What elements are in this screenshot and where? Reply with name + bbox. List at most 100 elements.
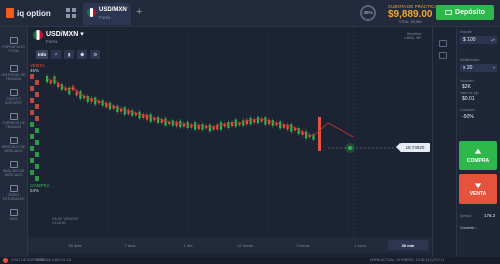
tab-subtitle: Forex	[99, 15, 111, 20]
account-balance[interactable]: $9,889.00	[388, 9, 433, 20]
logo-text: iq option	[17, 8, 51, 18]
sentiment-segment	[35, 116, 39, 121]
candle-body	[279, 121, 282, 129]
candle-body	[164, 118, 167, 126]
deposit-button[interactable]: Depósito	[436, 5, 494, 20]
buy-button[interactable]: COMPRA	[459, 141, 497, 170]
sentiment-segment	[35, 80, 39, 85]
chevron-down-icon: ▾	[80, 31, 84, 38]
candle-body	[194, 122, 197, 130]
candle-body	[145, 114, 149, 120]
multiplier-label: Multiplicador	[460, 58, 480, 62]
sell-button[interactable]: VENTA	[459, 174, 497, 204]
candle-body	[138, 111, 141, 119]
volume-value: $2K	[462, 84, 471, 90]
profit-percent-circle[interactable]: 45%	[360, 5, 376, 21]
candle-body	[131, 110, 134, 116]
sidebar-item-history[interactable]: HISTORIAL DE TRADING	[0, 65, 27, 81]
asset-selector[interactable]: USD/MXN ▾	[46, 30, 84, 38]
timeframe-12h[interactable]: 12 horas	[228, 240, 262, 250]
tab-close-icon[interactable]: ×	[125, 6, 128, 12]
timeframe-1h[interactable]: 1 hora	[343, 240, 377, 250]
sentiment-segment	[30, 134, 34, 139]
sidebar-item-portfolio[interactable]: PORTAFOLIO TOTAL	[0, 37, 27, 53]
info-button[interactable]: Info	[36, 50, 49, 59]
sell-sentiment-label: VENTA 46%	[30, 63, 45, 73]
asset-tab[interactable]: USD/MXN Forex ×	[83, 3, 131, 25]
more-icon	[9, 209, 18, 216]
timeframe-30m[interactable]: 30 min	[388, 240, 428, 250]
chart-type-icon[interactable]: ᵖ	[51, 50, 62, 59]
expiry-label: HA DE VENCER 13:15:00	[52, 217, 78, 225]
sentiment-segment	[30, 74, 34, 79]
candle-body	[60, 84, 63, 90]
timeframe-3h[interactable]: 3 horas	[286, 240, 320, 250]
candle-body	[149, 114, 152, 122]
sidebar-item-label: VIDEO TUTORIALES	[2, 193, 25, 201]
candle-body	[264, 117, 267, 125]
current-price-tag: 18.74920	[396, 143, 430, 152]
sidebar-item-market[interactable]: MERCADO DE MERCADO	[0, 137, 27, 153]
amount-input[interactable]: $ 100 ▴▾	[460, 36, 497, 44]
candle-body	[290, 124, 293, 132]
stepper-icon[interactable]: ▴▾	[491, 36, 495, 44]
settings-icon[interactable]: ⚙	[90, 50, 101, 59]
chart-side-tools	[432, 27, 456, 257]
briefcase-icon	[9, 37, 18, 44]
convert-button[interactable]: Convertir ↓	[460, 226, 477, 230]
candle-body	[216, 124, 219, 130]
spread-label: Spread	[460, 214, 472, 218]
commission-label: Comisión	[460, 108, 475, 112]
add-tab-button[interactable]: +	[136, 6, 142, 18]
buy-sentiment-label: COMPRA 54%	[30, 183, 50, 193]
candle-body	[179, 120, 182, 128]
candle-body	[227, 122, 230, 128]
apps-grid-icon[interactable]	[66, 8, 76, 18]
timeframe-30d[interactable]: 30 días	[58, 240, 92, 250]
sidebar-item-tournaments[interactable]: TORNEOS DE TRADING	[0, 113, 27, 129]
candle-body	[116, 105, 119, 113]
drawing-icon[interactable]: ⬟	[77, 50, 88, 59]
candle-body	[256, 116, 260, 124]
candle-body	[68, 87, 71, 95]
sidebar-item-video[interactable]: VIDEO TUTORIALES	[0, 185, 27, 201]
candle-body	[201, 124, 204, 130]
analysis-icon	[9, 161, 18, 168]
history-icon	[9, 65, 18, 72]
tab-symbol: USD/MXN	[99, 7, 127, 13]
sentiment-segment	[30, 110, 34, 115]
pip-value-label: Valor de pip	[460, 91, 479, 95]
mexico-flag-icon	[87, 8, 96, 17]
indicators-icon[interactable]: ▮	[64, 50, 75, 59]
arrow-up-icon	[474, 148, 482, 154]
amount-value: $ 100	[463, 37, 476, 43]
spread-value: 176.2	[484, 213, 496, 218]
zoom-out-icon[interactable]	[439, 52, 447, 59]
commission-value: -50%	[462, 114, 474, 120]
candle-body	[249, 117, 252, 125]
timeframe-1d[interactable]: 1 día	[171, 240, 205, 250]
candle-body	[101, 100, 104, 106]
sentiment-segment	[30, 98, 34, 103]
multiplier-select[interactable]: x 20 ▾	[460, 64, 497, 72]
sidebar-item-label: TORNEOS DE TRADING	[1, 121, 26, 129]
chevron-down-icon: ▾	[492, 65, 495, 70]
pip-value: $0.01	[462, 96, 475, 102]
sentiment-segment	[35, 152, 39, 157]
app-logo[interactable]: iq option	[6, 7, 58, 19]
timeframe-7d[interactable]: 7 días	[113, 240, 147, 250]
sidebar-item-chat[interactable]: CHATS Y SOPORTE	[0, 89, 27, 105]
multiplier-value: x 20	[463, 65, 473, 71]
candle-body	[175, 121, 178, 127]
candle-body	[305, 131, 308, 139]
chart-top-note: Beneficio LABEL INF	[404, 32, 421, 40]
sentiment-segment	[30, 158, 34, 163]
sidebar-item-more[interactable]: MÁS	[0, 209, 27, 221]
logo-mark-icon	[6, 8, 14, 18]
zoom-in-icon[interactable]	[439, 40, 447, 47]
sidebar-item-label: HISTORIAL DE TRADING	[1, 73, 26, 81]
sidebar-item-label: MERCADO DE MERCADO	[1, 145, 26, 153]
timeframe-bar: 30 días 7 días 1 día 12 horas 3 horas 1 …	[28, 237, 431, 253]
sidebar-item-analysis[interactable]: ANÁLISIS DE MERCADO	[0, 161, 27, 177]
